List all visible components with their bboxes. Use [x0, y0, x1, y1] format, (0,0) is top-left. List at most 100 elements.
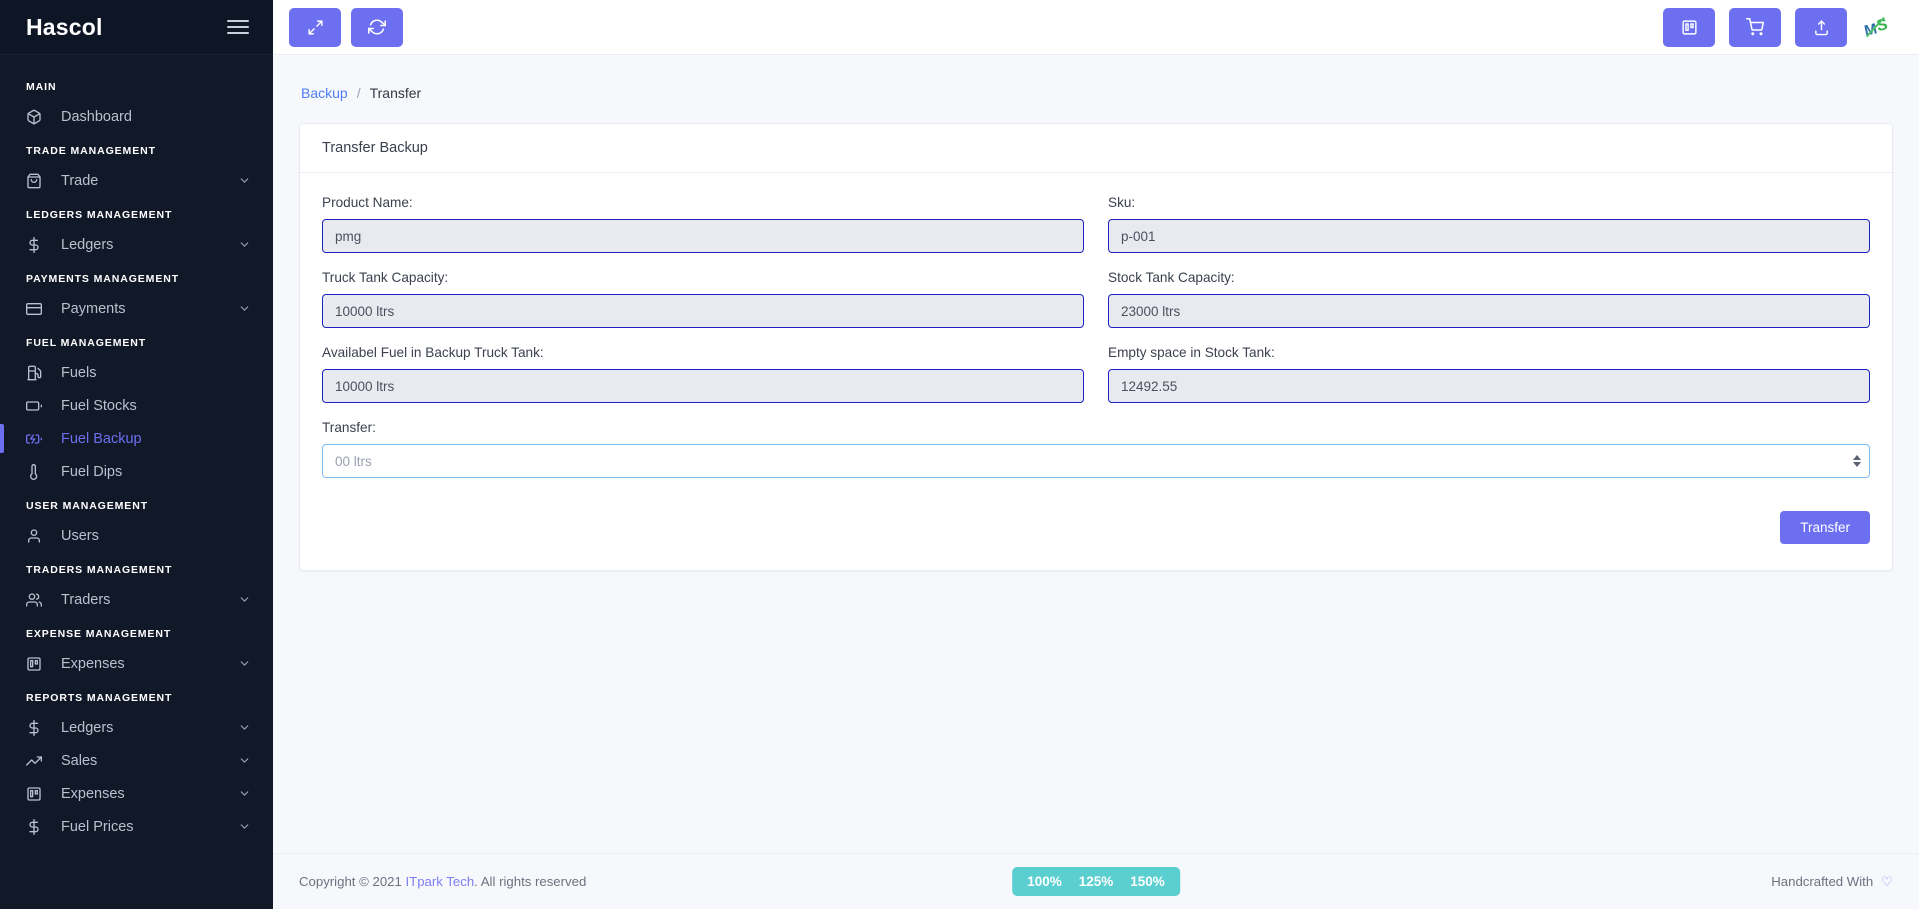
- sku-field-label: Sku:: [1108, 195, 1136, 210]
- sidebar-header: Hascol: [0, 0, 273, 55]
- sku-field[interactable]: [1108, 219, 1870, 253]
- sidebar-item-label: Ledgers: [61, 719, 114, 736]
- available-fuel-backup-truck-tank-field[interactable]: [322, 369, 1084, 403]
- sidebar-group-title: TRADERS MANAGEMENT: [26, 564, 173, 576]
- sidebar-item-dashboard[interactable]: Dashboard: [0, 100, 273, 133]
- brand-logo: Hascol: [26, 13, 103, 40]
- sidebar-item-payments[interactable]: Payments: [0, 292, 273, 325]
- sidebar-group-title: USER MANAGEMENT: [26, 500, 149, 512]
- trello-icon: [26, 786, 48, 802]
- cart-button[interactable]: [1729, 7, 1781, 47]
- sidebar-item-label: Sales: [61, 752, 98, 769]
- product-name-field[interactable]: [322, 219, 1084, 253]
- sidebar-item-expenses[interactable]: Expenses: [0, 647, 273, 680]
- fuel-pump-icon: [26, 365, 48, 381]
- available-fuel-backup-truck-tank-field-label: Availabel Fuel in Backup Truck Tank:: [322, 345, 544, 360]
- sidebar-item-label: Trade: [61, 172, 99, 189]
- sidebar-item-label: Fuel Backup: [61, 430, 142, 447]
- chevron-down-icon[interactable]: [238, 657, 251, 670]
- card-icon: [26, 301, 48, 317]
- sidebar-item-label: Expenses: [61, 655, 125, 672]
- transfer-amount-wrap: [322, 444, 1870, 478]
- users-icon: [26, 592, 48, 608]
- sidebar-group-title: MAIN: [26, 81, 57, 93]
- app-root: Hascol MAIN Dashboard TRADE MANAGEMENT Trad…: [0, 0, 1919, 909]
- stock-tank-capacity-field-group: Stock Tank Capacity:: [1108, 270, 1870, 328]
- shopping-cart-icon: [1746, 18, 1764, 36]
- breadcrumb-current: Transfer: [369, 85, 422, 101]
- empty-space-stock-tank-field[interactable]: [1108, 369, 1870, 403]
- sidebar-item-fuel-dips[interactable]: Fuel Dips: [0, 455, 273, 488]
- sidebar-item-label: Fuels: [61, 364, 97, 381]
- sidebar-group-title: EXPENSE MANAGEMENT: [26, 628, 172, 640]
- transfer-backup-card: Transfer Backup Product Name: Sku: Truck T…: [299, 123, 1893, 571]
- footer: Copyright © 2021 ITpark Tech. All rights…: [273, 853, 1919, 909]
- upload-icon: [1814, 19, 1828, 35]
- trello-icon: [1681, 19, 1697, 35]
- empty-space-stock-tank-field-label: Empty space in Stock Tank:: [1108, 345, 1275, 360]
- chevron-down-icon[interactable]: [238, 593, 251, 606]
- refresh-button[interactable]: [351, 7, 403, 47]
- number-stepper[interactable]: [1853, 455, 1861, 467]
- sidebar-item-label: Dashboard: [61, 108, 132, 125]
- thermometer-icon: [26, 463, 48, 480]
- topbar: M S: [273, 0, 1919, 55]
- zoom-level-option[interactable]: 100%: [1027, 874, 1062, 889]
- expenses-button[interactable]: [1663, 7, 1715, 47]
- sidebar-item-ledgers[interactable]: Ledgers: [0, 711, 273, 744]
- sidebar-group-title: FUEL MANAGEMENT: [26, 337, 147, 349]
- chevron-down-icon[interactable]: [238, 721, 251, 734]
- copyright-suffix: . All rights reserved: [474, 874, 587, 889]
- transfer-amount-group: Transfer:: [322, 420, 1870, 478]
- sidebar-item-sales[interactable]: Sales: [0, 744, 273, 777]
- stepper-up-icon[interactable]: [1853, 455, 1861, 460]
- sidebar-item-label: Fuel Stocks: [61, 397, 137, 414]
- bag-icon: [26, 173, 48, 189]
- chevron-down-icon[interactable]: [238, 787, 251, 800]
- zoom-level-option[interactable]: 150%: [1130, 874, 1165, 889]
- hamburger-icon[interactable]: [227, 20, 249, 34]
- chevron-down-icon[interactable]: [238, 820, 251, 833]
- fields-grid: Product Name: Sku: Truck Tank Capacity: Sto…: [322, 195, 1870, 420]
- sidebar-item-label: Fuel Dips: [61, 463, 123, 480]
- stepper-down-icon[interactable]: [1853, 462, 1861, 467]
- chevron-down-icon[interactable]: [238, 754, 251, 767]
- content-area: Backup / Transfer Transfer Backup Produc…: [273, 55, 1919, 853]
- company-link[interactable]: ITpark Tech: [406, 874, 475, 889]
- maximize-icon: [307, 19, 323, 35]
- sidebar-item-fuel-backup[interactable]: Fuel Backup: [0, 422, 273, 455]
- fullscreen-button[interactable]: [289, 7, 341, 47]
- battery-charging-icon: [26, 431, 48, 447]
- chevron-down-icon[interactable]: [238, 238, 251, 251]
- user-icon: [26, 528, 48, 544]
- card-body: Product Name: Sku: Truck Tank Capacity: Sto…: [300, 173, 1892, 570]
- sidebar-item-expenses[interactable]: Expenses: [0, 777, 273, 810]
- sidebar-item-traders[interactable]: Traders: [0, 583, 273, 616]
- sidebar-item-fuels[interactable]: Fuels: [0, 356, 273, 389]
- upload-button[interactable]: [1795, 7, 1847, 47]
- breadcrumb: Backup / Transfer: [299, 77, 1893, 123]
- zoom-level-option[interactable]: 125%: [1079, 874, 1114, 889]
- sidebar-item-fuel-prices[interactable]: Fuel Prices: [0, 810, 273, 843]
- dollar-icon: [26, 719, 48, 736]
- product-name-field-group: Product Name:: [322, 195, 1084, 253]
- dollar-icon: [26, 818, 48, 835]
- card-title: Transfer Backup: [300, 124, 1892, 173]
- breadcrumb-parent[interactable]: Backup: [301, 85, 348, 101]
- chevron-down-icon[interactable]: [238, 302, 251, 315]
- stock-tank-capacity-field[interactable]: [1108, 294, 1870, 328]
- dollar-icon: [26, 236, 48, 253]
- sidebar-item-ledgers[interactable]: Ledgers: [0, 228, 273, 261]
- heart-icon: ♡: [1881, 873, 1893, 889]
- transfer-amount-input[interactable]: [322, 444, 1870, 478]
- zoom-level-selector[interactable]: 100% 125% 150%: [1012, 867, 1180, 896]
- sidebar-item-fuel-stocks[interactable]: Fuel Stocks: [0, 389, 273, 422]
- transfer-submit-button[interactable]: Transfer: [1780, 511, 1870, 544]
- truck-tank-capacity-field[interactable]: [322, 294, 1084, 328]
- sidebar-item-trade[interactable]: Trade: [0, 164, 273, 197]
- handcrafted-label: Handcrafted With: [1771, 874, 1874, 889]
- chevron-down-icon[interactable]: [238, 174, 251, 187]
- sidebar-item-users[interactable]: Users: [0, 519, 273, 552]
- sidebar-item-label: Users: [61, 527, 99, 544]
- stock-tank-capacity-field-label: Stock Tank Capacity:: [1108, 270, 1235, 285]
